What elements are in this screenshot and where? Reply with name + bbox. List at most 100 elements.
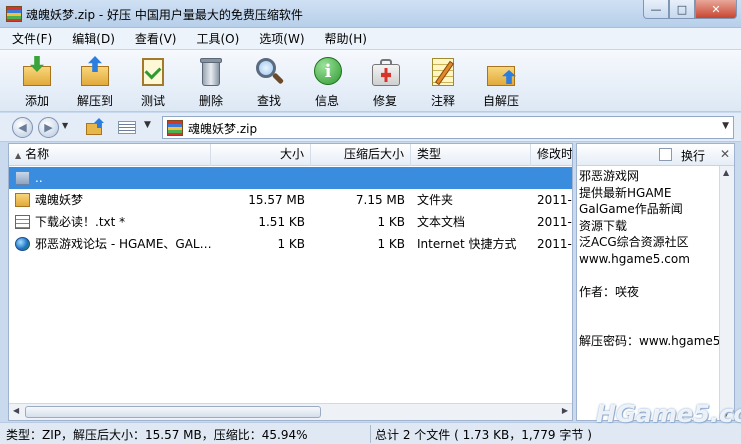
info-icon: i [310, 56, 344, 88]
test-button[interactable]: 测试 [124, 50, 182, 112]
file-size: 1 KB [277, 237, 305, 251]
comment-text[interactable]: 邪恶游戏网 提供最新HGAME GalGame作品新闻 资源下载 泛ACG综合资… [579, 168, 721, 418]
window-controls: — □ ✕ [643, 0, 737, 19]
internet-shortcut-icon [15, 237, 30, 251]
magnifier-icon [252, 56, 286, 88]
file-list: ▲ 名称 大小 压缩后大小 类型 修改时 .. 魂魄妖梦 15.57 MB 7.1… [8, 143, 573, 421]
archive-icon [167, 120, 183, 136]
comment-line [579, 300, 719, 317]
view-mode-icon[interactable] [118, 121, 136, 134]
comment-line: 作者：咲夜 [579, 284, 640, 299]
main-toolbar: 添加 解压到 测试 删除 查找 i 信息 修复 注释 自解压 [0, 50, 741, 112]
site-watermark: HGame5.com [596, 400, 741, 428]
column-modified[interactable]: 修改时 [531, 144, 572, 166]
horizontal-scrollbar[interactable]: ◀ ▶ [9, 403, 572, 420]
close-panel-icon[interactable]: ✕ [720, 147, 730, 161]
table-row[interactable]: 下载必读！.txt * 1.51 KB 1 KB 文本文档 2011-0 [9, 211, 572, 233]
close-button[interactable]: ✕ [695, 0, 737, 19]
comment-line: 提供最新HGAME [579, 185, 672, 200]
menu-tools[interactable]: 工具(O) [190, 30, 245, 47]
word-wrap-label: 换行 [681, 149, 706, 163]
scroll-left-icon[interactable]: ◀ [13, 406, 19, 415]
notepad-pencil-icon [426, 56, 460, 88]
comment-line: www.hgame5.com [579, 251, 690, 266]
repair-button[interactable]: 修复 [356, 50, 414, 112]
find-button[interactable]: 查找 [240, 50, 298, 112]
scrollbar-thumb[interactable] [25, 406, 321, 418]
table-row[interactable]: 魂魄妖梦 15.57 MB 7.15 MB 文件夹 2011-0 [9, 189, 572, 211]
add-button[interactable]: 添加 [8, 50, 66, 112]
haozip-app-icon [6, 6, 22, 22]
extract-label: 解压到 [76, 94, 113, 108]
comment-line: 资源下载 [579, 218, 628, 233]
title-bar: 魂魄妖梦.zip - 好压 中国用户量最大的免费压缩软件 — □ ✕ [0, 0, 741, 28]
column-name[interactable]: ▲ 名称 [9, 144, 211, 166]
file-total-status: 总计 2 个文件 ( 1.73 KB，1,779 字节 ) [375, 428, 592, 442]
scroll-up-icon[interactable]: ▲ [723, 168, 729, 177]
address-path: 魂魄妖梦.zip [188, 122, 258, 136]
self-extract-icon [484, 56, 518, 88]
test-label: 测试 [140, 94, 165, 108]
column-size[interactable]: 大小 [211, 144, 311, 166]
file-name: 邪恶游戏论坛 - HGAME、GAL… [35, 237, 211, 251]
address-bar: ◀ ▶ ▼ ▼ 魂魄妖梦.zip ▼ [0, 113, 741, 142]
back-arrow-icon: ◀ [18, 121, 27, 134]
back-button[interactable]: ◀ [12, 117, 33, 138]
file-size: 1.51 KB [258, 215, 305, 229]
menu-view[interactable]: 查看(V) [129, 30, 183, 47]
info-button[interactable]: i 信息 [298, 50, 356, 112]
status-divider [370, 425, 371, 443]
clipboard-check-icon [136, 56, 170, 88]
file-name: 魂魄妖梦 [35, 193, 84, 207]
table-row[interactable]: .. [9, 167, 572, 189]
file-list-header: ▲ 名称 大小 压缩后大小 类型 修改时 [9, 144, 572, 166]
folder-icon [15, 193, 30, 207]
add-label: 添加 [24, 94, 49, 108]
file-type: Internet 快捷方式 [417, 237, 517, 251]
comment-line: 泛ACG综合资源社区 [579, 235, 689, 249]
minimize-button[interactable]: — [643, 0, 669, 19]
menu-help[interactable]: 帮助(H) [319, 30, 373, 47]
repair-label: 修复 [372, 94, 397, 108]
maximize-button[interactable]: □ [669, 0, 695, 19]
file-type: 文件夹 [417, 193, 454, 207]
view-mode-dropdown-icon[interactable]: ▼ [144, 120, 151, 130]
sort-ascending-icon: ▲ [15, 151, 22, 160]
menu-bar: 文件(F) 编辑(D) 查看(V) 工具(O) 选项(W) 帮助(H) [0, 28, 741, 50]
word-wrap-checkbox[interactable] [659, 148, 672, 161]
file-packed-size: 1 KB [377, 215, 405, 229]
comment-panel-header: 换行 ✕ [577, 144, 734, 166]
scroll-right-icon[interactable]: ▶ [562, 406, 568, 415]
column-type[interactable]: 类型 [411, 144, 531, 166]
first-aid-kit-icon [368, 56, 402, 88]
file-size: 15.57 MB [248, 193, 305, 207]
archive-info-status: 类型：ZIP，解压后大小：15.57 MB，压缩比：45.94% [6, 428, 308, 442]
vertical-scrollbar[interactable]: ▲ ▼ [719, 166, 734, 420]
up-folder-button[interactable] [86, 118, 106, 136]
parent-folder-icon [15, 171, 30, 185]
delete-label: 删除 [198, 94, 223, 108]
address-dropdown-icon[interactable]: ▼ [722, 121, 729, 131]
file-modified: 2011-0 [537, 215, 572, 229]
column-packed-size[interactable]: 压缩后大小 [311, 144, 411, 166]
table-row[interactable]: 邪恶游戏论坛 - HGAME、GAL… 1 KB 1 KB Internet 快… [9, 233, 572, 255]
comment-line [579, 267, 719, 284]
file-packed-size: 1 KB [377, 237, 405, 251]
comment-button[interactable]: 注释 [414, 50, 472, 112]
delete-button[interactable]: 删除 [182, 50, 240, 112]
menu-edit[interactable]: 编辑(D) [66, 30, 121, 47]
history-dropdown-icon[interactable]: ▼ [62, 121, 68, 130]
address-field[interactable]: 魂魄妖梦.zip ▼ [162, 116, 734, 139]
add-archive-icon [20, 56, 54, 88]
menu-file[interactable]: 文件(F) [6, 30, 58, 47]
comment-panel: 换行 ✕ 邪恶游戏网 提供最新HGAME GalGame作品新闻 资源下载 泛A… [576, 143, 735, 421]
comment-line: 邪恶游戏网 [579, 169, 640, 183]
extract-to-button[interactable]: 解压到 [66, 50, 124, 112]
menu-options[interactable]: 选项(W) [253, 30, 310, 47]
trash-can-icon [194, 56, 228, 88]
file-type: 文本文档 [417, 215, 466, 229]
sfx-button[interactable]: 自解压 [472, 50, 530, 112]
file-modified: 2011-0 [537, 237, 572, 251]
forward-button[interactable]: ▶ [38, 117, 59, 138]
file-name: .. [35, 171, 43, 185]
